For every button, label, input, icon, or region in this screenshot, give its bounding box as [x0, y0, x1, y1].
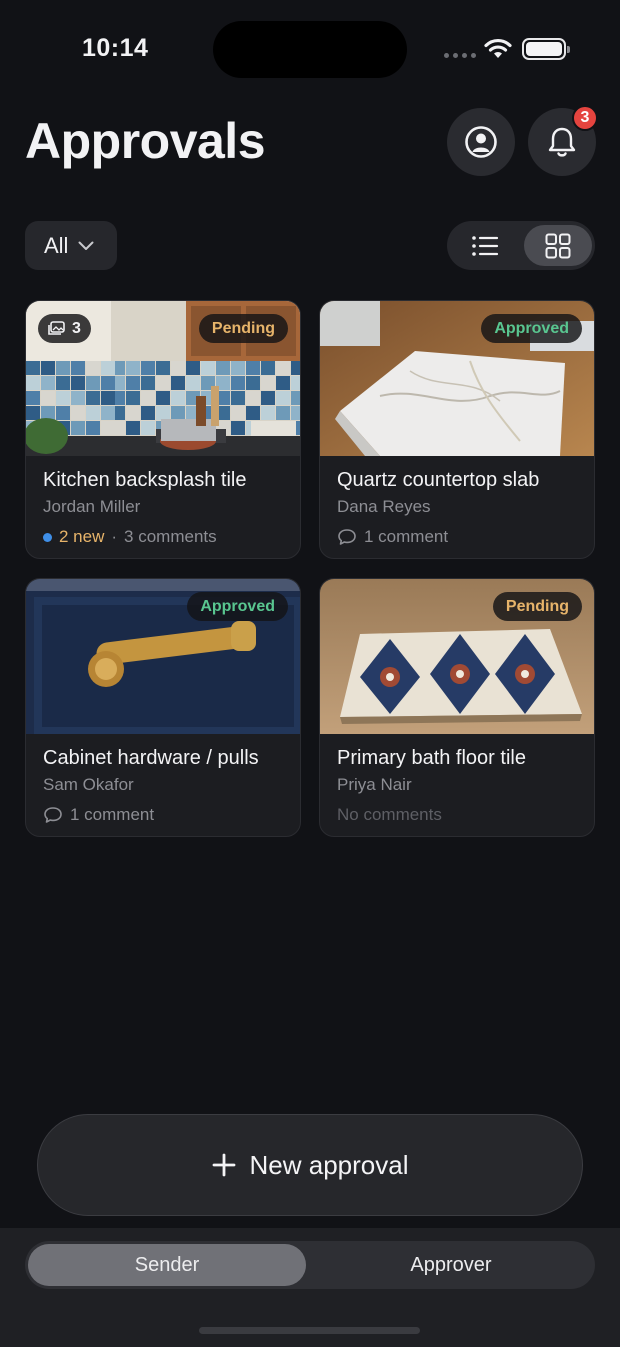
- filter-dropdown[interactable]: All: [25, 221, 117, 270]
- battery-icon: [522, 38, 570, 60]
- card-meta: 1 comment: [43, 805, 154, 825]
- notifications-button[interactable]: 3: [528, 105, 598, 176]
- home-indicator: [199, 1327, 420, 1334]
- new-indicator-dot: [43, 532, 52, 542]
- notification-badge: 3: [572, 105, 598, 131]
- new-count: 2 new: [59, 527, 105, 546]
- profile-icon: [465, 126, 497, 158]
- meta-separator: ·: [111, 527, 118, 546]
- grid-view-button[interactable]: [524, 225, 592, 266]
- status-badge: Approved: [187, 592, 288, 621]
- card-title: Cabinet hardware / pulls: [43, 747, 259, 769]
- approval-card-quartz-countertop[interactable]: Approved Quartz countertop slab Dana Rey…: [319, 300, 595, 559]
- status-badge: Pending: [492, 592, 582, 621]
- grid-view-icon: [545, 233, 571, 258]
- dynamic-island: [213, 21, 407, 78]
- status-bar: 10:14: [0, 0, 620, 100]
- comment-count: 3 comments: [124, 527, 217, 546]
- card-meta: No comments: [337, 805, 442, 825]
- comment-count: 1 comment: [364, 527, 449, 546]
- card-meta: 1 comment: [337, 527, 448, 547]
- card-meta: 2 new · 3 comments: [43, 527, 217, 547]
- comment-icon: [338, 529, 356, 545]
- cellular-signal-icon: [444, 53, 476, 58]
- list-view-icon: [472, 235, 499, 256]
- photos-icon: [48, 321, 65, 335]
- card-sender: Priya Nair: [337, 775, 412, 794]
- card-title: Primary bath floor tile: [337, 747, 526, 769]
- status-badge: Pending: [198, 314, 288, 343]
- card-sender: Jordan Miller: [43, 497, 141, 516]
- approval-card-bath-floor-tile[interactable]: Pending Primary bath floor tile Priya Na…: [319, 578, 595, 837]
- view-toggle: [447, 221, 595, 270]
- list-view-button[interactable]: [451, 225, 519, 266]
- plus-icon: [212, 1153, 235, 1177]
- photo-count: 3: [72, 319, 81, 337]
- status-badge: Approved: [481, 314, 582, 343]
- comment-count: No comments: [337, 805, 442, 824]
- comment-count: 1 comment: [70, 805, 155, 824]
- profile-button[interactable]: [447, 108, 515, 176]
- mode-approver-button[interactable]: Approver: [309, 1244, 593, 1286]
- mode-switch: Sender Approver: [25, 1241, 595, 1289]
- chevron-down-icon: [78, 241, 94, 250]
- card-title: Quartz countertop slab: [337, 469, 540, 491]
- wifi-icon: [484, 38, 512, 65]
- filter-label: All: [44, 232, 69, 258]
- bottom-bar: Sender Approver: [0, 1228, 620, 1347]
- card-sender: Sam Okafor: [43, 775, 134, 794]
- approval-card-cabinet-hardware[interactable]: Approved Cabinet hardware / pulls Sam Ok…: [25, 578, 301, 837]
- photo-count-pill: 3: [38, 314, 91, 343]
- mode-sender-button[interactable]: Sender: [28, 1244, 306, 1286]
- new-approval-button[interactable]: New approval: [37, 1114, 583, 1216]
- new-approval-label: New approval: [249, 1149, 409, 1180]
- card-title: Kitchen backsplash tile: [43, 469, 247, 491]
- status-time: 10:14: [82, 34, 149, 62]
- comment-icon: [44, 807, 62, 823]
- bell-icon: [548, 127, 576, 157]
- page-title: Approvals: [25, 113, 266, 169]
- card-sender: Dana Reyes: [337, 497, 431, 516]
- approval-card-kitchen-backsplash[interactable]: 3 Pending Kitchen backsplash tile Jordan…: [25, 300, 301, 559]
